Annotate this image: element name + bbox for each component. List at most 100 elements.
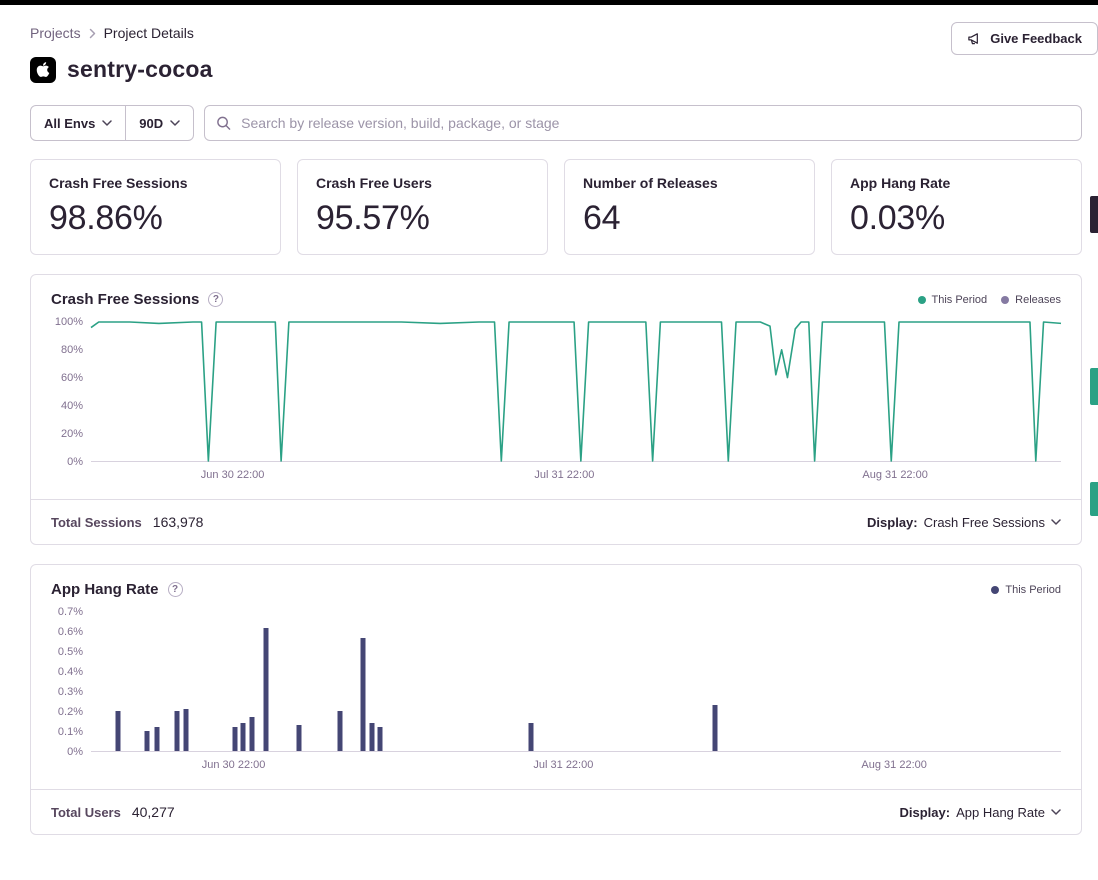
chevron-down-icon <box>102 120 112 126</box>
line-plot-area[interactable] <box>91 322 1061 462</box>
y-axis: 100%80%60%40%20%0% <box>39 322 91 462</box>
stat-app-hang-rate: App Hang Rate 0.03% <box>831 159 1082 255</box>
x-axis: Jun 30 22:00Jul 31 22:00Aug 31 22:00 <box>91 759 1061 777</box>
chevron-down-icon <box>1051 519 1061 525</box>
panel-title: Crash Free Sessions <box>51 291 199 308</box>
y-tick-label: 0% <box>67 746 83 758</box>
app-hang-rate-chart: 0.7% 0.6% 0.5% 0.4% 0.3% 0.2% 0.1% 0% Jun 30 22… <box>31 598 1081 777</box>
legend-label: This Period <box>932 294 988 306</box>
legend-dot-icon <box>1001 296 1009 304</box>
stat-crash-free-users: Crash Free Users 95.57% <box>297 159 548 255</box>
series-line <box>91 322 1061 461</box>
crash-free-sessions-chart: 100%80%60%40%20%0% Jun 30 22:00 Jul 31 22… <box>31 308 1081 487</box>
display-selector[interactable]: Display: App Hang Rate <box>900 805 1061 820</box>
project-header: sentry-cocoa <box>30 56 1082 83</box>
give-feedback-button[interactable]: Give Feedback <box>951 22 1098 55</box>
panel-footer: Total Sessions 163,978 Display: Crash Fr… <box>31 499 1081 544</box>
page-content: Projects Project Details sentry-cocoa Al… <box>30 5 1082 835</box>
clipped-sidebar-fragment <box>1090 368 1098 405</box>
x-tick-label: Jul 31 22:00 <box>534 469 594 481</box>
legend-item[interactable]: Releases <box>1001 294 1061 306</box>
help-icon[interactable]: ? <box>208 292 223 307</box>
legend-dot-icon <box>918 296 926 304</box>
y-tick-label: 0.5% <box>58 646 83 658</box>
total-sessions-value: 163,978 <box>153 514 204 530</box>
legend-item[interactable]: This Period <box>991 584 1061 596</box>
display-value: Crash Free Sessions <box>924 515 1045 530</box>
y-tick-label: 0.1% <box>58 726 83 738</box>
y-tick-label: 0.7% <box>58 606 83 618</box>
breadcrumb-projects-link[interactable]: Projects <box>30 25 81 41</box>
display-label: Display: <box>867 515 918 530</box>
help-icon[interactable]: ? <box>168 582 183 597</box>
y-tick-label: 20% <box>61 428 83 440</box>
legend-label: Releases <box>1015 294 1061 306</box>
bar <box>378 727 383 751</box>
bar <box>263 628 268 751</box>
y-tick-label: 0.4% <box>58 666 83 678</box>
environment-selector[interactable]: All Envs <box>31 106 125 140</box>
stat-number-of-releases: Number of Releases 64 <box>564 159 815 255</box>
bar <box>250 717 255 751</box>
page-title: sentry-cocoa <box>67 56 213 83</box>
stat-label: Number of Releases <box>583 175 796 191</box>
stat-crash-free-sessions: Crash Free Sessions 98.86% <box>30 159 281 255</box>
stat-value: 98.86% <box>49 199 262 238</box>
chart-legend: This Period Releases <box>918 294 1062 306</box>
breadcrumb-current: Project Details <box>104 25 194 41</box>
bar <box>529 723 534 751</box>
x-tick-label: Jun 30 22:00 <box>201 469 265 481</box>
bar <box>360 638 365 751</box>
filter-button-group: All Envs 90D <box>30 105 194 141</box>
chart-legend: This Period <box>991 584 1061 596</box>
bar <box>296 725 301 751</box>
x-tick-label: Aug 31 22:00 <box>862 469 927 481</box>
stat-value: 64 <box>583 199 796 238</box>
x-tick-label: Aug 31 22:00 <box>861 759 926 771</box>
legend-item[interactable]: This Period <box>918 294 988 306</box>
y-axis: 0.7%0.6%0.5%0.4%0.3%0.2%0.1%0% <box>39 612 91 752</box>
environment-selector-label: All Envs <box>44 116 95 131</box>
stat-label: App Hang Rate <box>850 175 1063 191</box>
legend-dot-icon <box>991 586 999 594</box>
legend-label: This Period <box>1005 584 1061 596</box>
panel-title: App Hang Rate <box>51 581 159 598</box>
bar <box>116 711 121 751</box>
bar <box>241 723 246 751</box>
bar <box>184 709 189 751</box>
date-range-selector[interactable]: 90D <box>125 106 193 140</box>
x-axis: Jun 30 22:00 Jul 31 22:00 Aug 31 22:00 <box>91 469 1061 487</box>
display-value: App Hang Rate <box>956 805 1045 820</box>
crash-free-sessions-panel: Crash Free Sessions ? This Period Release… <box>30 274 1082 545</box>
stat-label: Crash Free Sessions <box>49 175 262 191</box>
stat-value: 95.57% <box>316 199 529 238</box>
bar <box>370 723 375 751</box>
y-tick-label: 0.6% <box>58 626 83 638</box>
give-feedback-label: Give Feedback <box>990 31 1082 46</box>
panel-header: App Hang Rate ? This Period <box>31 565 1081 598</box>
breadcrumb: Projects Project Details <box>30 25 194 41</box>
panel-footer: Total Users 40,277 Display: App Hang Rat… <box>31 789 1081 834</box>
y-tick-label: 0.2% <box>58 706 83 718</box>
y-tick-label: 0% <box>67 456 83 468</box>
search-input[interactable] <box>204 105 1082 141</box>
filter-bar: All Envs 90D <box>30 105 1082 141</box>
bar <box>338 711 343 751</box>
y-tick-label: 80% <box>61 344 83 356</box>
bar-plot-area[interactable] <box>91 612 1061 752</box>
display-selector[interactable]: Display: Crash Free Sessions <box>867 515 1061 530</box>
score-card-row: Crash Free Sessions 98.86% Crash Free Us… <box>30 159 1082 255</box>
panel-header: Crash Free Sessions ? This Period Release… <box>31 275 1081 308</box>
display-label: Display: <box>900 805 951 820</box>
app-hang-rate-panel: App Hang Rate ? This Period 0.7% 0.6% 0.5%… <box>30 564 1082 835</box>
release-search <box>204 105 1082 141</box>
bar <box>712 705 717 751</box>
x-tick-label: Jun 30 22:00 <box>202 759 266 771</box>
y-tick-label: 0.3% <box>58 686 83 698</box>
bar <box>175 711 180 751</box>
breadcrumb-row: Projects Project Details <box>30 5 1082 41</box>
y-tick-label: 100% <box>55 316 83 328</box>
chevron-down-icon <box>1051 809 1061 815</box>
stat-value: 0.03% <box>850 199 1063 238</box>
clipped-sidebar-fragment <box>1090 482 1098 516</box>
